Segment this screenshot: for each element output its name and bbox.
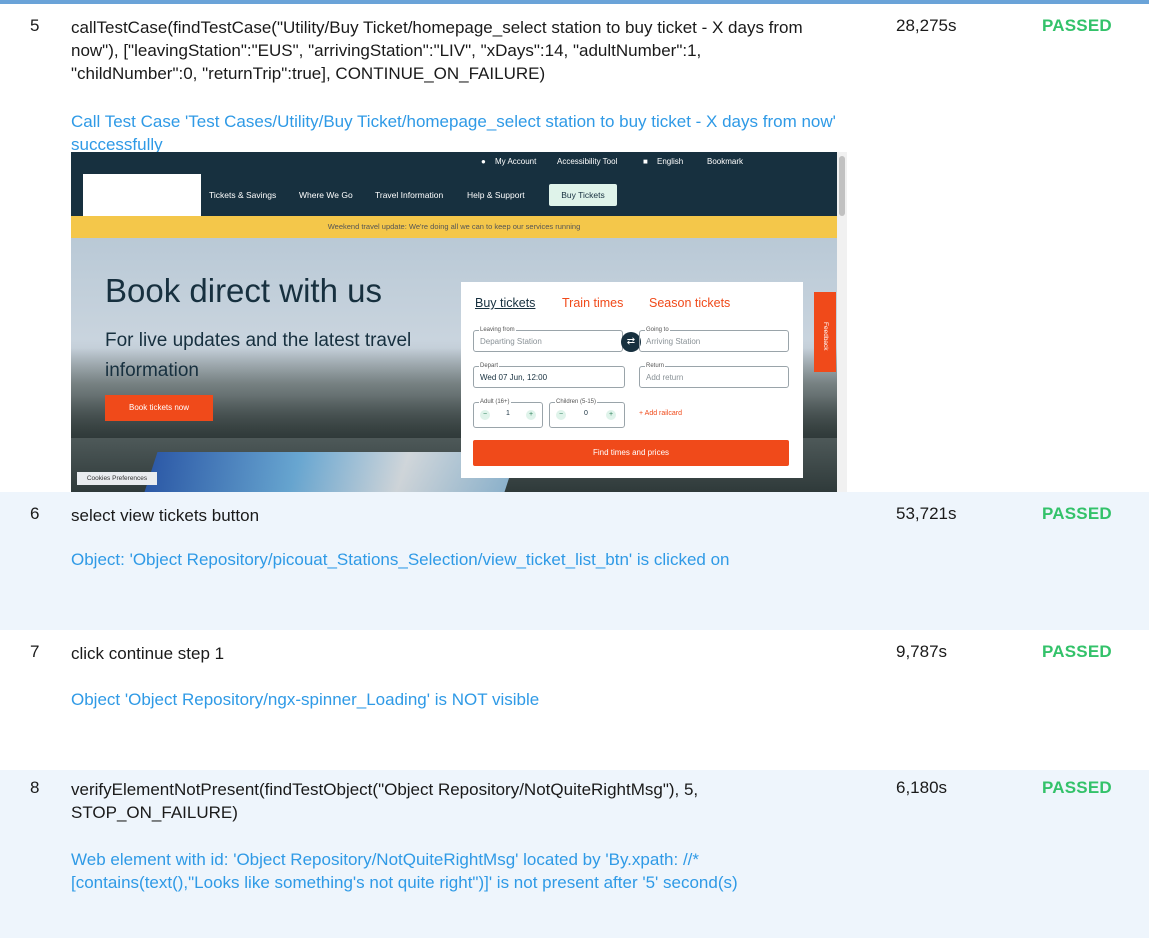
hero-subheading: For live updates and the latest travel i… <box>105 330 412 381</box>
adult-minus-icon[interactable]: − <box>480 410 490 420</box>
feedback-tab[interactable]: Feedback <box>814 292 836 372</box>
adult-stepper[interactable]: Adult (16+) − 1 + <box>473 399 543 428</box>
tab-buy-tickets[interactable]: Buy tickets <box>475 296 535 310</box>
children-minus-icon[interactable]: − <box>556 410 566 420</box>
language-link[interactable]: English <box>657 157 683 166</box>
feedback-label: Feedback <box>822 322 829 351</box>
status-badge: PASSED <box>1042 504 1112 523</box>
step-duration: 6,180s <box>896 778 948 797</box>
find-times-button[interactable]: Find times and prices <box>473 440 789 466</box>
account-icon: ● <box>481 157 486 166</box>
step-number: 5 <box>30 16 40 35</box>
step-title: select view tickets button <box>71 506 260 525</box>
my-account-link[interactable]: My Account <box>495 157 536 166</box>
nav-help[interactable]: Help & Support <box>467 190 525 200</box>
step-duration: 28,275s <box>896 16 957 35</box>
children-stepper[interactable]: Children (5-15) − 0 + <box>549 399 625 428</box>
bookmark-link[interactable]: Bookmark <box>707 157 743 166</box>
step-description: Web element with id: 'Object Repository/… <box>71 850 738 892</box>
children-label: Children (5-15) <box>555 399 598 405</box>
flag-icon: ■ <box>643 157 648 166</box>
step-row-8: 8 verifyElementNotPresent(findTestObject… <box>0 770 1149 938</box>
step-duration: 53,721s <box>896 504 957 523</box>
step-duration: 9,787s <box>896 642 948 661</box>
return-field[interactable]: Return Add return <box>639 363 789 388</box>
status-badge: PASSED <box>1042 16 1112 35</box>
step-number: 8 <box>30 778 40 797</box>
step-description: Object: 'Object Repository/picouat_Stati… <box>71 550 730 569</box>
accessibility-link[interactable]: Accessibility Tool <box>557 157 617 166</box>
status-badge: PASSED <box>1042 778 1112 797</box>
adult-plus-icon[interactable]: + <box>526 410 536 420</box>
nav-travel[interactable]: Travel Information <box>375 190 443 200</box>
scrollbar-thumb[interactable] <box>839 156 845 216</box>
adult-count: 1 <box>506 410 510 417</box>
site-topbar: ● My Account Accessibility Tool ■ Englis… <box>71 152 847 174</box>
leaving-from-label: Leaving from <box>479 327 516 333</box>
screenshot-scrollbar[interactable] <box>837 152 847 492</box>
children-plus-icon[interactable]: + <box>606 410 616 420</box>
return-placeholder: Add return <box>646 373 684 382</box>
add-railcard-link[interactable]: + Add railcard <box>639 410 682 417</box>
swap-stations-icon[interactable]: ⇄ <box>621 332 641 352</box>
depart-field[interactable]: Depart Wed 07 Jun, 12:00 <box>473 363 625 388</box>
leaving-from-field[interactable]: Leaving from Departing Station <box>473 327 623 352</box>
step-screenshot[interactable]: ● My Account Accessibility Tool ■ Englis… <box>71 152 847 492</box>
leaving-from-placeholder: Departing Station <box>480 337 542 346</box>
adult-label: Adult (16+) <box>479 399 511 405</box>
book-tickets-button[interactable]: Book tickets now <box>105 395 213 421</box>
step-number: 7 <box>30 642 40 661</box>
depart-label: Depart <box>479 363 500 369</box>
tab-season-tickets[interactable]: Season tickets <box>649 296 730 310</box>
step-row-6: 6 select view tickets button 53,721s PAS… <box>0 492 1149 630</box>
buy-tickets-button[interactable]: Buy Tickets <box>549 184 617 206</box>
booking-card: Buy tickets Train times Season tickets L… <box>461 282 803 478</box>
tab-train-times[interactable]: Train times <box>562 296 623 310</box>
step-description: Call Test Case 'Test Cases/Utility/Buy T… <box>71 112 836 154</box>
status-badge: PASSED <box>1042 642 1112 661</box>
nav-where[interactable]: Where We Go <box>299 190 353 200</box>
travel-update-banner[interactable]: Weekend travel update: We're doing all w… <box>71 216 837 238</box>
step-title: verifyElementNotPresent(findTestObject("… <box>71 780 699 822</box>
depart-value: Wed 07 Jun, 12:00 <box>480 373 548 382</box>
return-label: Return <box>645 363 666 369</box>
step-description: Object 'Object Repository/ngx-spinner_Lo… <box>71 690 540 709</box>
nav-tickets[interactable]: Tickets & Savings <box>209 190 276 200</box>
hero-heading: Book direct with us <box>105 272 382 309</box>
step-title: callTestCase(findTestCase("Utility/Buy T… <box>71 18 803 83</box>
cookies-preferences-button[interactable]: Cookies Preferences <box>77 472 157 485</box>
step-title: click continue step 1 <box>71 644 225 663</box>
going-to-label: Going to <box>645 327 670 333</box>
going-to-placeholder: Arriving Station <box>646 337 701 346</box>
step-row-7: 7 click continue step 1 9,787s PASSED Ob… <box>0 630 1149 770</box>
going-to-field[interactable]: Going to Arriving Station <box>639 327 789 352</box>
children-count: 0 <box>584 410 588 417</box>
step-number: 6 <box>30 504 40 523</box>
